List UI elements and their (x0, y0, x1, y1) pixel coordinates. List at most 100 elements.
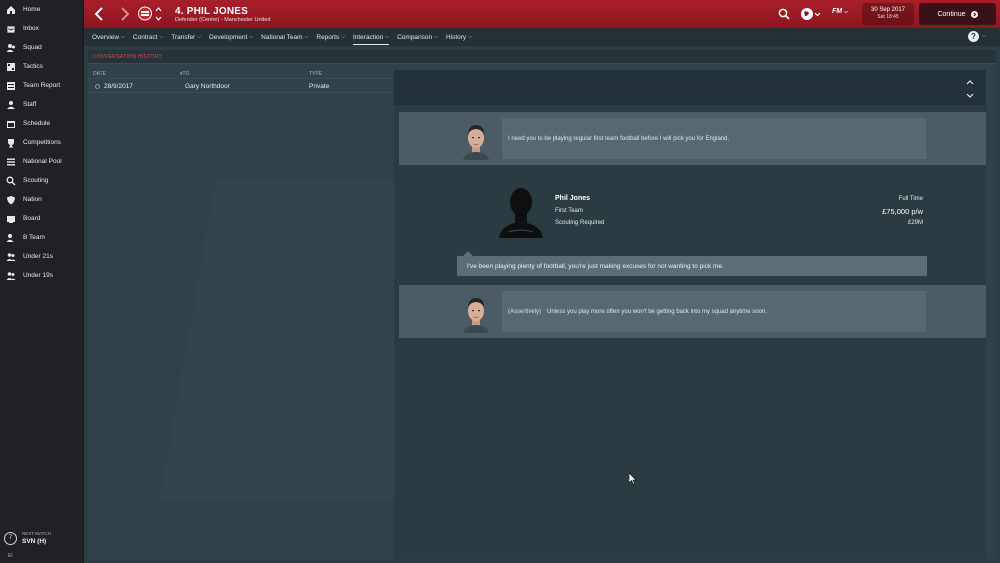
sidebar-item-under-21s[interactable]: Under 21s (0, 247, 83, 266)
row-to: Gary Northdoor (185, 83, 230, 90)
manager-message-text: I need you to be playing regular first t… (502, 118, 926, 159)
next-match-count: 7 (4, 531, 17, 545)
fm-menu[interactable]: FM ⌵ (832, 8, 856, 20)
sidebar-item-tactics[interactable]: Tactics (0, 57, 83, 76)
sidebar-item-home[interactable]: Home (0, 0, 83, 19)
sidebar-item-label: B Team (23, 234, 45, 241)
tab-label: Transfer (171, 33, 196, 41)
tab-transfer[interactable]: Transfer ⌵ (171, 28, 201, 46)
chevron-down-icon: ⌵ (159, 34, 164, 40)
sidebar-item-board[interactable]: Board (0, 209, 83, 228)
column-type[interactable]: TYPE (309, 71, 322, 77)
section-header: CONVERSATION HISTORY (88, 50, 996, 64)
player-value: £29M (907, 220, 923, 226)
trophy-icon (6, 138, 16, 148)
manager-message: I need you to be playing regular first t… (399, 112, 986, 165)
tab-contract[interactable]: Contract ⌵ (133, 28, 163, 46)
column-to-label: TO (182, 71, 190, 77)
player-scouting-status: Scouting Required (555, 220, 605, 226)
board-icon (6, 214, 16, 224)
sidebar-item-label: National Pool (23, 158, 62, 165)
next-match[interactable]: 7 NEXT MATCH SVN (H) (4, 531, 51, 545)
sidebar-item-under-19s[interactable]: Under 19s (0, 266, 83, 285)
sidebar-item-nation[interactable]: Nation (0, 190, 83, 209)
staff-icon (6, 100, 16, 110)
player-wage: £75,000 p/w (882, 207, 923, 216)
manager-message-text: (Assertively) Unless you play more often… (502, 291, 926, 332)
chevron-down-icon: ⌵ (121, 34, 125, 40)
tab-label: Comparison (397, 33, 433, 41)
scroll-arrows-icon[interactable] (966, 79, 974, 99)
player-switch-icon[interactable] (155, 5, 162, 23)
forward-arrow-icon[interactable] (118, 7, 130, 21)
manager-message-2: (Assertively) Unless you play more often… (399, 285, 986, 338)
list-header: DATE ▾TO TYPE (88, 68, 392, 78)
list-icon (6, 157, 16, 167)
sidebar-item-label: Team Report (23, 82, 61, 89)
column-date[interactable]: DATE (93, 71, 106, 77)
help-icon[interactable]: ? (968, 31, 979, 42)
tab-national-team[interactable]: National Team ⌵ (261, 28, 308, 46)
page-subtitle: Defender (Centre) - Manchester United (175, 17, 271, 23)
sidebar-item-label: Nation (23, 196, 42, 203)
tactics-icon (6, 62, 16, 72)
sidebar-item-b-team[interactable]: B Team (0, 228, 83, 247)
row-select-radio[interactable] (95, 84, 100, 89)
table-row[interactable]: 28/9/2017 Gary Northdoor Private (88, 78, 392, 93)
sidebar-item-squad[interactable]: Squad (0, 38, 83, 57)
sidebar-item-label: Schedule (23, 120, 51, 127)
u19-icon (6, 271, 16, 281)
tab-interaction[interactable]: Interaction ⌵ (352, 28, 390, 46)
sidebar-item-label: Board (23, 215, 41, 222)
home-icon (6, 5, 16, 15)
chevron-down-icon: ⌵ (197, 34, 202, 40)
sidebar-item-schedule[interactable]: Schedule (0, 114, 83, 133)
sidebar-item-inbox[interactable]: Inbox (0, 19, 83, 38)
sidebar-item-staff[interactable]: Staff (0, 95, 83, 114)
message-1-text: I need you to be playing regular first t… (508, 135, 730, 142)
continue-button[interactable]: Continue (919, 3, 996, 25)
next-match-value: SVN (H) (22, 538, 47, 545)
sidebar-item-label: Under 19s (23, 272, 53, 279)
club-badge-icon[interactable] (138, 6, 152, 21)
message-2-text: Unless you play more often you won't be … (547, 308, 767, 315)
tab-label: History (445, 33, 467, 41)
sidebar-item-scouting[interactable]: Scouting (0, 171, 83, 190)
conversation-detail: I need you to be playing regular first t… (394, 70, 986, 559)
shield-icon (6, 195, 16, 205)
sidebar-item-label: Scouting (23, 177, 49, 184)
chevron-down-icon[interactable]: ⌵ (982, 33, 986, 39)
row-type: Private (309, 83, 330, 90)
search-icon[interactable] (778, 8, 790, 20)
back-arrow-icon[interactable] (94, 7, 106, 21)
row-date: 28/9/2017 (104, 83, 133, 90)
sidebar-item-team-report[interactable]: Team Report (0, 76, 83, 95)
fm-label: FM (832, 8, 843, 15)
chevron-down-icon: ⌵ (468, 34, 472, 40)
tab-history[interactable]: History ⌵ (446, 28, 472, 46)
column-to[interactable]: ▾TO (180, 71, 189, 77)
tab-overview[interactable]: Overview ⌵ (92, 28, 125, 46)
tab-label: Reports (316, 33, 340, 41)
calendar-icon (6, 119, 16, 129)
conversation-list: DATE ▾TO TYPE 28/9/2017 Gary Northdoor P… (88, 68, 392, 93)
sidebar-item-competitions[interactable]: Competitions (0, 133, 83, 152)
player-squad-status: First Team (555, 208, 583, 214)
player-name[interactable]: Phil Jones (555, 195, 590, 202)
game-date[interactable]: 30 Sep 2017 Sat 18:45 (862, 3, 914, 25)
top-bar: 4. PHIL JONES Defender (Centre) - Manche… (84, 0, 1000, 28)
report-icon (6, 81, 16, 91)
tab-reports[interactable]: Reports ⌵ (316, 28, 345, 46)
tab-label: Contract (132, 33, 158, 41)
globe-menu-icon[interactable] (800, 7, 822, 21)
sidebar-item-national-pool[interactable]: National Pool (0, 152, 83, 171)
sidebar-item-label: Tactics (23, 63, 43, 70)
manager-avatar (459, 293, 493, 333)
tab-list: Overview ⌵ Contract ⌵ Transfer ⌵ Development ⌵ N… (92, 28, 480, 46)
sidebar-item-label: Competitions (23, 139, 61, 146)
sidebar: Home Inbox Squad Tactics Team Report Staff Sch… (0, 0, 84, 563)
chevron-down-icon: ⌵ (434, 34, 438, 40)
tab-comparison[interactable]: Comparison ⌵ (397, 28, 438, 46)
tab-label: National Team (261, 33, 303, 41)
tab-development[interactable]: Development ⌵ (209, 28, 253, 46)
